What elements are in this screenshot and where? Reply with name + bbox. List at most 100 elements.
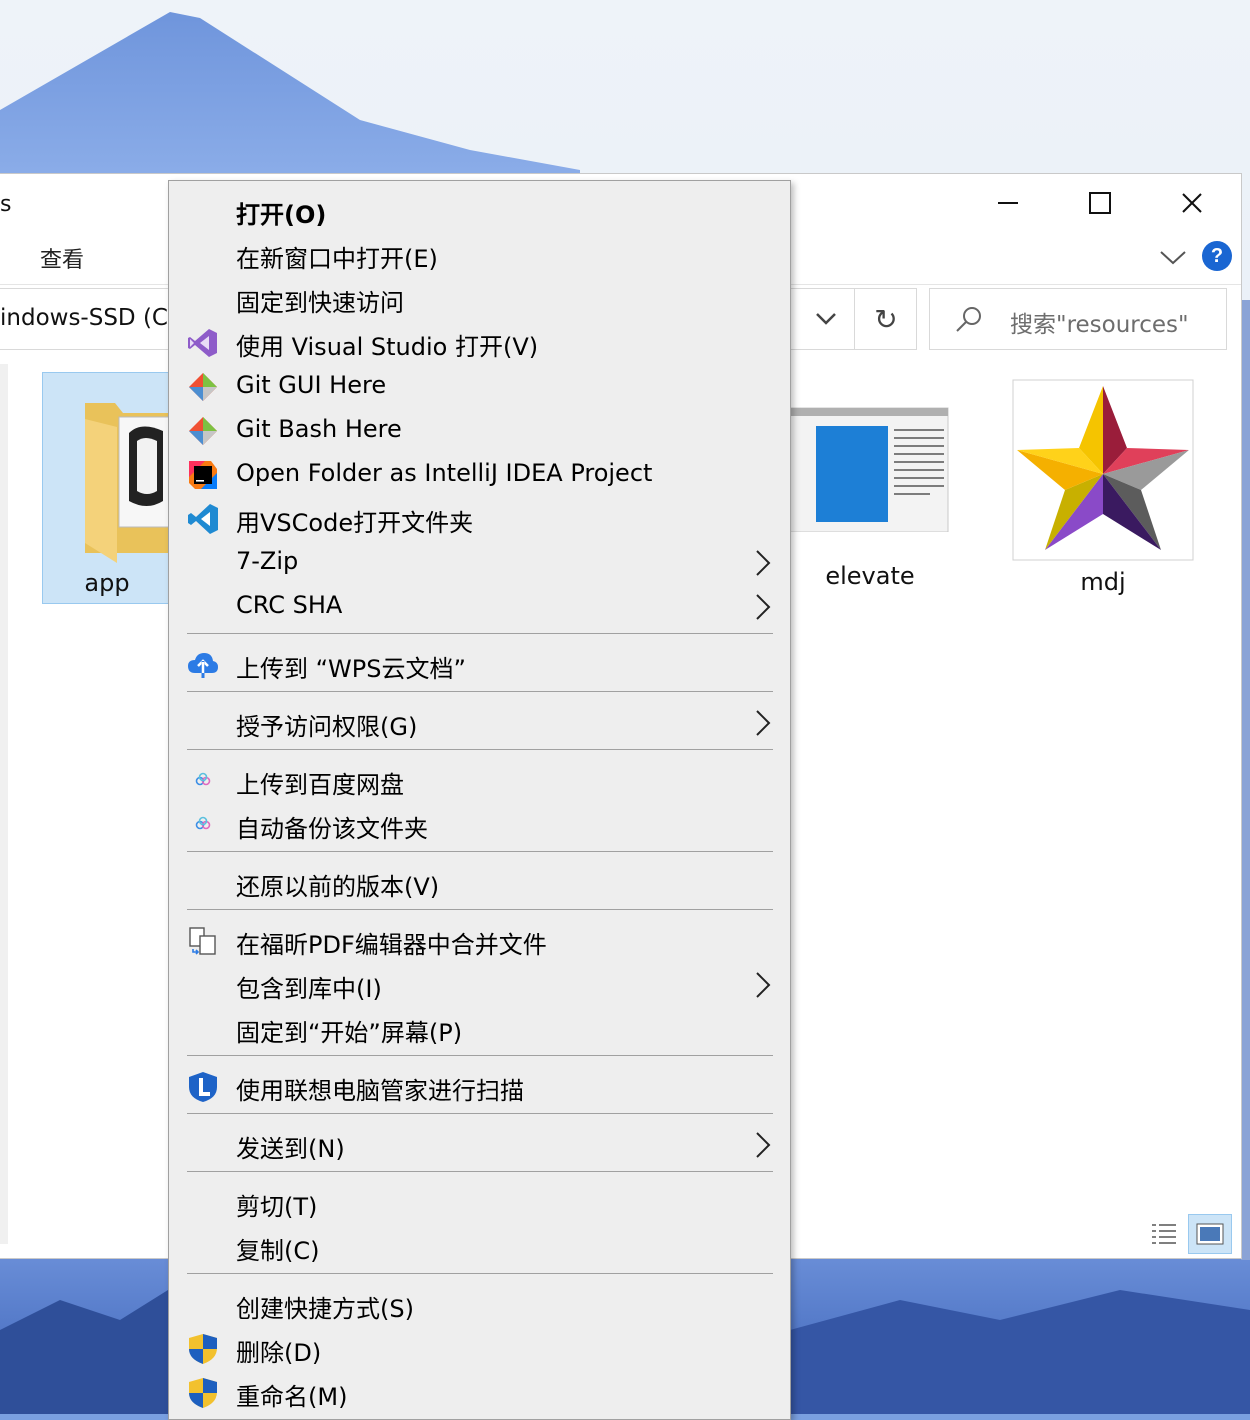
menu-item-label: Git Bash Here: [236, 415, 402, 443]
details-view-button[interactable]: [1144, 1214, 1184, 1254]
menu-item-open-intellij[interactable]: Open Folder as IntelliJ IDEA Project: [169, 453, 790, 497]
menu-item-label: 上传到 “WPS云文档”: [236, 655, 466, 683]
git-icon: [189, 417, 217, 445]
menu-item-label: 打开(O): [236, 201, 327, 229]
navigation-pane-scrollbar[interactable]: [0, 364, 8, 1244]
help-button[interactable]: ?: [1202, 241, 1232, 271]
menu-item-open[interactable]: 打开(O): [169, 189, 790, 233]
menu-item-label: 包含到库中(I): [236, 975, 382, 1003]
menu-item-pin-quick-access[interactable]: 固定到快速访问: [169, 277, 790, 321]
menu-item-delete[interactable]: 删除(D): [169, 1327, 790, 1371]
ribbon-tab-view[interactable]: 查看: [40, 242, 84, 274]
address-history-dropdown[interactable]: [797, 289, 855, 349]
large-icons-view-icon: [1196, 1223, 1224, 1245]
visual-studio-icon: [188, 329, 217, 357]
file-item-label: app: [84, 569, 130, 597]
menu-item-open-vscode[interactable]: 用VSCode打开文件夹: [169, 497, 790, 541]
menu-item-open-new-window[interactable]: 在新窗口中打开(E): [169, 233, 790, 277]
menu-item-lenovo-scan[interactable]: 使用联想电脑管家进行扫描: [169, 1065, 790, 1109]
submenu-arrow-icon: [756, 710, 771, 736]
minimize-icon: [998, 202, 1018, 204]
window-title: s: [0, 192, 12, 217]
menu-item-restore-versions[interactable]: 还原以前的版本(V): [169, 861, 790, 905]
file-item-app[interactable]: app: [42, 372, 172, 604]
menu-separator: [187, 909, 773, 910]
menu-item-open-visual-studio[interactable]: 使用 Visual Studio 打开(V): [169, 321, 790, 365]
submenu-arrow-icon: [756, 1132, 771, 1158]
menu-item-upload-wps[interactable]: 上传到 “WPS云文档”: [169, 643, 790, 687]
refresh-icon: ↻: [874, 302, 898, 336]
menu-item-label: 在福昕PDF编辑器中合并文件: [236, 931, 547, 959]
menu-item-label: 重命名(M): [236, 1383, 348, 1411]
menu-item-crc-sha[interactable]: CRC SHA: [169, 585, 790, 629]
address-path: indows-SSD (C: [0, 305, 168, 331]
refresh-button[interactable]: ↻: [855, 289, 917, 349]
menu-item-label: 固定到快速访问: [236, 289, 404, 317]
application-window-icon: [790, 407, 949, 532]
search-icon: [956, 307, 981, 332]
search-placeholder: 搜索"resources": [1010, 312, 1189, 338]
menu-item-send-to[interactable]: 发送到(N): [169, 1123, 790, 1167]
menu-separator: [187, 851, 773, 852]
ribbon-expand-chevron-icon[interactable]: [1158, 244, 1188, 270]
submenu-arrow-icon: [756, 594, 771, 620]
maximize-icon: [1089, 192, 1111, 214]
menu-item-label: 剪切(T): [236, 1193, 318, 1221]
menu-item-git-gui[interactable]: Git GUI Here: [169, 365, 790, 409]
menu-item-label: CRC SHA: [236, 591, 343, 619]
menu-item-create-shortcut[interactable]: 创建快捷方式(S): [169, 1283, 790, 1327]
menu-separator: [187, 691, 773, 692]
menu-separator: [187, 1113, 773, 1114]
pdf-merge-icon: [189, 927, 216, 955]
menu-item-label: Open Folder as IntelliJ IDEA Project: [236, 459, 653, 487]
large-icons-view-button[interactable]: [1188, 1214, 1232, 1254]
maximize-button[interactable]: [1054, 174, 1146, 232]
menu-item-label: 在新窗口中打开(E): [236, 245, 438, 273]
staruml-star-icon: [1012, 379, 1194, 561]
menu-item-pin-start[interactable]: 固定到“开始”屏幕(P): [169, 1007, 790, 1051]
menu-item-rename[interactable]: 重命名(M): [169, 1371, 790, 1415]
menu-item-grant-access[interactable]: 授予访问权限(G): [169, 701, 790, 745]
menu-item-7zip[interactable]: 7-Zip: [169, 541, 790, 585]
baidu-netdisk-icon: [195, 816, 211, 830]
menu-item-label: 删除(D): [236, 1339, 322, 1367]
menu-item-label: 发送到(N): [236, 1135, 345, 1163]
menu-separator: [187, 633, 773, 634]
menu-item-upload-baidu[interactable]: 上传到百度网盘: [169, 759, 790, 803]
vscode-icon: [188, 504, 218, 534]
search-input[interactable]: 搜索"resources": [929, 288, 1227, 350]
menu-item-cut[interactable]: 剪切(T): [169, 1181, 790, 1225]
uac-shield-icon: [189, 1334, 217, 1364]
menu-item-label: 创建快捷方式(S): [236, 1295, 414, 1323]
menu-item-auto-backup[interactable]: 自动备份该文件夹: [169, 803, 790, 847]
file-item-label: elevate: [825, 562, 915, 590]
folder-icon: [85, 403, 172, 563]
menu-separator: [187, 1273, 773, 1274]
context-menu: 打开(O) 在新窗口中打开(E) 固定到快速访问 使用 Visual Studi…: [168, 180, 791, 1420]
lenovo-shield-icon: [189, 1072, 217, 1102]
details-view-icon: [1152, 1224, 1176, 1244]
menu-separator: [187, 1171, 773, 1172]
submenu-arrow-icon: [756, 550, 771, 576]
menu-item-label: 使用联想电脑管家进行扫描: [236, 1077, 524, 1105]
file-item-label: mdj: [1080, 568, 1126, 596]
menu-item-label: 使用 Visual Studio 打开(V): [236, 333, 539, 361]
git-icon: [189, 373, 217, 401]
menu-item-git-bash[interactable]: Git Bash Here: [169, 409, 790, 453]
menu-item-foxit-merge[interactable]: 在福昕PDF编辑器中合并文件: [169, 919, 790, 963]
menu-item-label: 复制(C): [236, 1237, 320, 1265]
cloud-upload-icon: [188, 653, 218, 678]
close-button[interactable]: [1146, 174, 1238, 232]
menu-item-label: 还原以前的版本(V): [236, 873, 440, 901]
chevron-down-icon: [815, 313, 836, 325]
file-item-mdj[interactable]: mdj: [1008, 378, 1198, 596]
menu-item-label: 7-Zip: [236, 547, 299, 575]
file-item-elevate[interactable]: elevate: [790, 404, 950, 590]
menu-item-label: Git GUI Here: [236, 371, 387, 399]
menu-item-label: 上传到百度网盘: [236, 771, 404, 799]
minimize-button[interactable]: [962, 174, 1054, 232]
menu-separator: [187, 749, 773, 750]
menu-item-include-library[interactable]: 包含到库中(I): [169, 963, 790, 1007]
menu-item-copy[interactable]: 复制(C): [169, 1225, 790, 1269]
menu-item-label: 用VSCode打开文件夹: [236, 509, 474, 537]
